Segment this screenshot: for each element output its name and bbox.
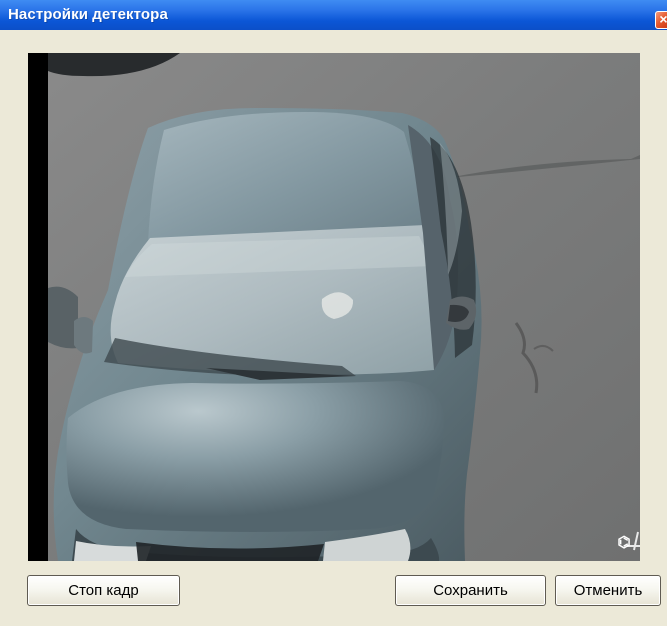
stop-frame-button[interactable]: Стоп кадр (27, 575, 180, 606)
close-icon[interactable]: × (655, 11, 667, 29)
cancel-button[interactable]: Отменить (555, 575, 661, 606)
window-title: Настройки детектора (8, 6, 168, 23)
camera-logo-icon: ⌬ (617, 534, 631, 551)
detector-settings-dialog: Настройки детектора × ⌬ Стоп кадр Сохран… (0, 0, 667, 626)
title-bar: Настройки детектора × (0, 0, 667, 30)
video-preview: ⌬ (28, 53, 640, 561)
car-camera-image (48, 53, 640, 561)
save-button[interactable]: Сохранить (395, 575, 546, 606)
